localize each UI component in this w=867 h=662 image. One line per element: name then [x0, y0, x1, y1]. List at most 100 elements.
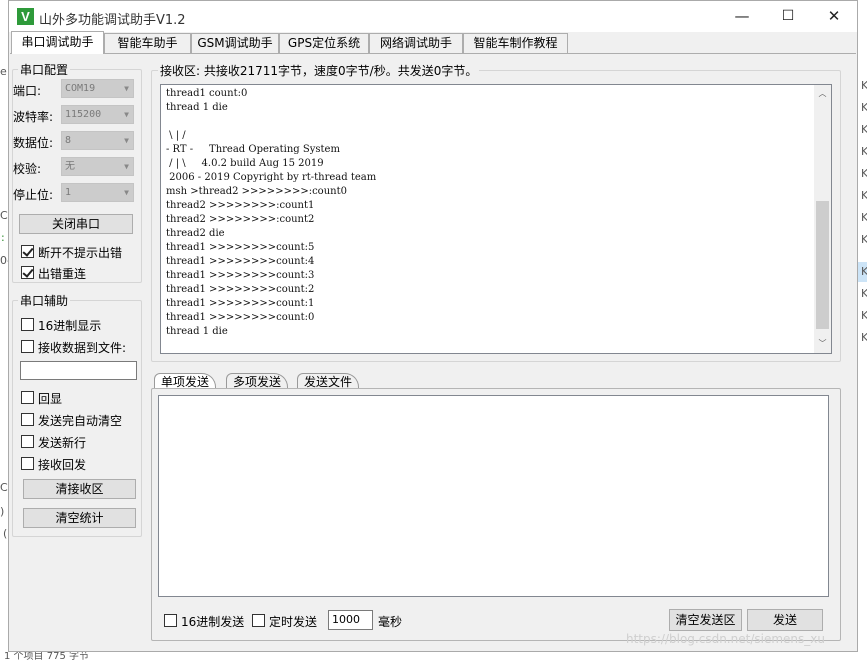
echo-checkbox[interactable] [21, 391, 34, 404]
tab-single-send[interactable]: 单项发送 [154, 373, 217, 389]
no-error-prompt-label: 断开不提示出错 [38, 246, 123, 260]
receive-textarea[interactable]: thread1 count:0 thread 1 die \ | / - RT - … [160, 84, 832, 354]
clear-send-button[interactable]: 清空发送区 [669, 609, 742, 631]
app-icon: V [17, 8, 34, 25]
send-textarea[interactable] [158, 395, 829, 597]
recv-resend-label: 接收回发 [38, 458, 87, 472]
scroll-down-icon[interactable]: ﹀ [814, 337, 831, 351]
databits-select[interactable]: 8 ▼ [61, 131, 134, 150]
hex-display-checkbox[interactable] [21, 318, 34, 331]
serial-debug-panel: 串口配置 端口: COM19 ▼ 波特率: 115200 ▼ 数据位: 8 ▼ 校验:… [10, 53, 856, 651]
clear-stats-button[interactable]: 清空统计 [23, 508, 136, 528]
chevron-down-icon: ▼ [124, 136, 129, 145]
timed-send-label: 定时发送 [269, 615, 318, 629]
tab-send-file[interactable]: 发送文件 [297, 373, 360, 389]
window-title: 山外多功能调试助手V1.2 [39, 13, 186, 28]
close-button[interactable]: ✕ [811, 1, 857, 32]
receive-line: msh >thread2 >>>>>>>>:count0 [166, 186, 347, 197]
baud-value: 115200 [65, 109, 102, 120]
baud-select[interactable]: 115200 ▼ [61, 105, 134, 124]
hex-send-checkbox[interactable] [164, 614, 177, 627]
chevron-down-icon: ▼ [124, 84, 129, 93]
hex-send-label: 16进制发送 [181, 615, 245, 629]
serial-config-legend: 串口配置 [18, 61, 71, 78]
tab-smart-car[interactable]: 智能车助手 [104, 33, 191, 53]
tab-tutorial[interactable]: 智能车制作教程 [463, 33, 568, 53]
bg-char: e [0, 65, 7, 78]
clear-recv-button[interactable]: 清接收区 [23, 479, 136, 499]
receive-line: 2006 - 2019 Copyright by rt-thread team [166, 172, 377, 183]
maximize-button[interactable]: ☐ [765, 1, 811, 32]
no-error-prompt-checkbox[interactable] [21, 245, 34, 258]
bg-status-text: 1 个项目 775 字节 [4, 651, 89, 662]
tab-network-debug[interactable]: 网络调试助手 [369, 33, 463, 53]
receive-scrollbar[interactable]: ︿ ﹀ [814, 85, 831, 353]
bg-char: K [861, 101, 867, 114]
interval-unit: 毫秒 [378, 615, 403, 629]
receive-status: 接收区: 共接收21711字节，速度0字节/秒。共发送0字节。 [158, 62, 480, 79]
save-to-file-label: 接收数据到文件: [38, 341, 127, 355]
bg-char: K [861, 287, 867, 300]
bg-char: K [861, 189, 867, 202]
chevron-down-icon: ▼ [124, 188, 129, 197]
tab-multi-send[interactable]: 多项发送 [226, 373, 289, 389]
port-select[interactable]: COM19 ▼ [61, 79, 134, 98]
hex-display-label: 16进制显示 [38, 319, 102, 333]
receive-line [166, 115, 376, 129]
bg-char: ) [0, 505, 5, 518]
echo-label: 回显 [38, 392, 63, 406]
parity-label: 校验: [13, 162, 42, 176]
tab-serial-debug[interactable]: 串口调试助手 [11, 31, 104, 54]
app-window: V 山外多功能调试助手V1.2 — ☐ ✕ 串口调试助手 智能车助手 GSM调试… [8, 0, 858, 652]
bg-char: ( [3, 527, 8, 540]
receive-line: thread1 >>>>>>>>count:3 [166, 270, 315, 281]
databits-label: 数据位: [13, 136, 54, 150]
receive-line: / | \ 4.0.2 build Aug 15 2019 [166, 158, 324, 169]
reconnect-on-error-checkbox[interactable] [21, 266, 34, 279]
send-newline-label: 发送新行 [38, 436, 87, 450]
bg-char: K [861, 79, 867, 92]
tab-gps[interactable]: GPS定位系统 [279, 33, 369, 53]
scroll-up-icon[interactable]: ︿ [814, 87, 831, 101]
receive-line: - RT - Thread Operating System [166, 144, 340, 155]
databits-value: 8 [65, 135, 72, 146]
bg-char: K [861, 331, 867, 344]
auto-clear-label: 发送完自动清空 [38, 414, 123, 428]
receive-line: thread1 >>>>>>>>count:1 [166, 298, 315, 309]
recv-resend-checkbox[interactable] [21, 457, 34, 470]
bg-char: : [1, 231, 5, 244]
interval-input[interactable]: 1000 [328, 610, 373, 630]
chevron-down-icon: ▼ [124, 110, 129, 119]
send-button[interactable]: 发送 [747, 609, 823, 631]
receive-line: thread1 >>>>>>>>count:4 [166, 256, 315, 267]
bg-char: C [0, 481, 8, 494]
send-newline-checkbox[interactable] [21, 435, 34, 448]
receive-line: thread1 >>>>>>>>count:2 [166, 284, 315, 295]
file-path-input[interactable] [20, 361, 137, 380]
bg-char: K [861, 233, 867, 246]
bg-char: K [861, 309, 867, 322]
bg-char: K [861, 211, 867, 224]
save-to-file-checkbox[interactable] [21, 340, 34, 353]
serial-assist-legend: 串口辅助 [18, 292, 71, 309]
receive-line: \ | / [166, 130, 186, 141]
stopbits-select[interactable]: 1 ▼ [61, 183, 134, 202]
auto-clear-checkbox[interactable] [21, 413, 34, 426]
close-port-button[interactable]: 关闭串口 [19, 214, 133, 234]
receive-line: thread2 >>>>>>>>:count1 [166, 200, 315, 211]
receive-line: thread1 count:0 [166, 88, 248, 99]
bg-char: K [861, 265, 867, 278]
receive-lines: thread1 count:0 thread 1 die \ | / - RT - … [166, 87, 376, 339]
parity-select[interactable]: 无 ▼ [61, 157, 134, 176]
receive-line: thread1 >>>>>>>>count:0 [166, 312, 315, 323]
bg-char: C [0, 209, 8, 222]
scrollbar-thumb[interactable] [816, 201, 829, 329]
minimize-button[interactable]: — [719, 1, 765, 32]
port-value: COM19 [65, 83, 96, 94]
port-label: 端口: [13, 84, 42, 98]
receive-line: thread2 >>>>>>>>:count2 [166, 214, 315, 225]
tab-gsm-debug[interactable]: GSM调试助手 [191, 33, 279, 53]
bg-char: K [861, 167, 867, 180]
timed-send-checkbox[interactable] [252, 614, 265, 627]
baud-label: 波特率: [13, 110, 54, 124]
